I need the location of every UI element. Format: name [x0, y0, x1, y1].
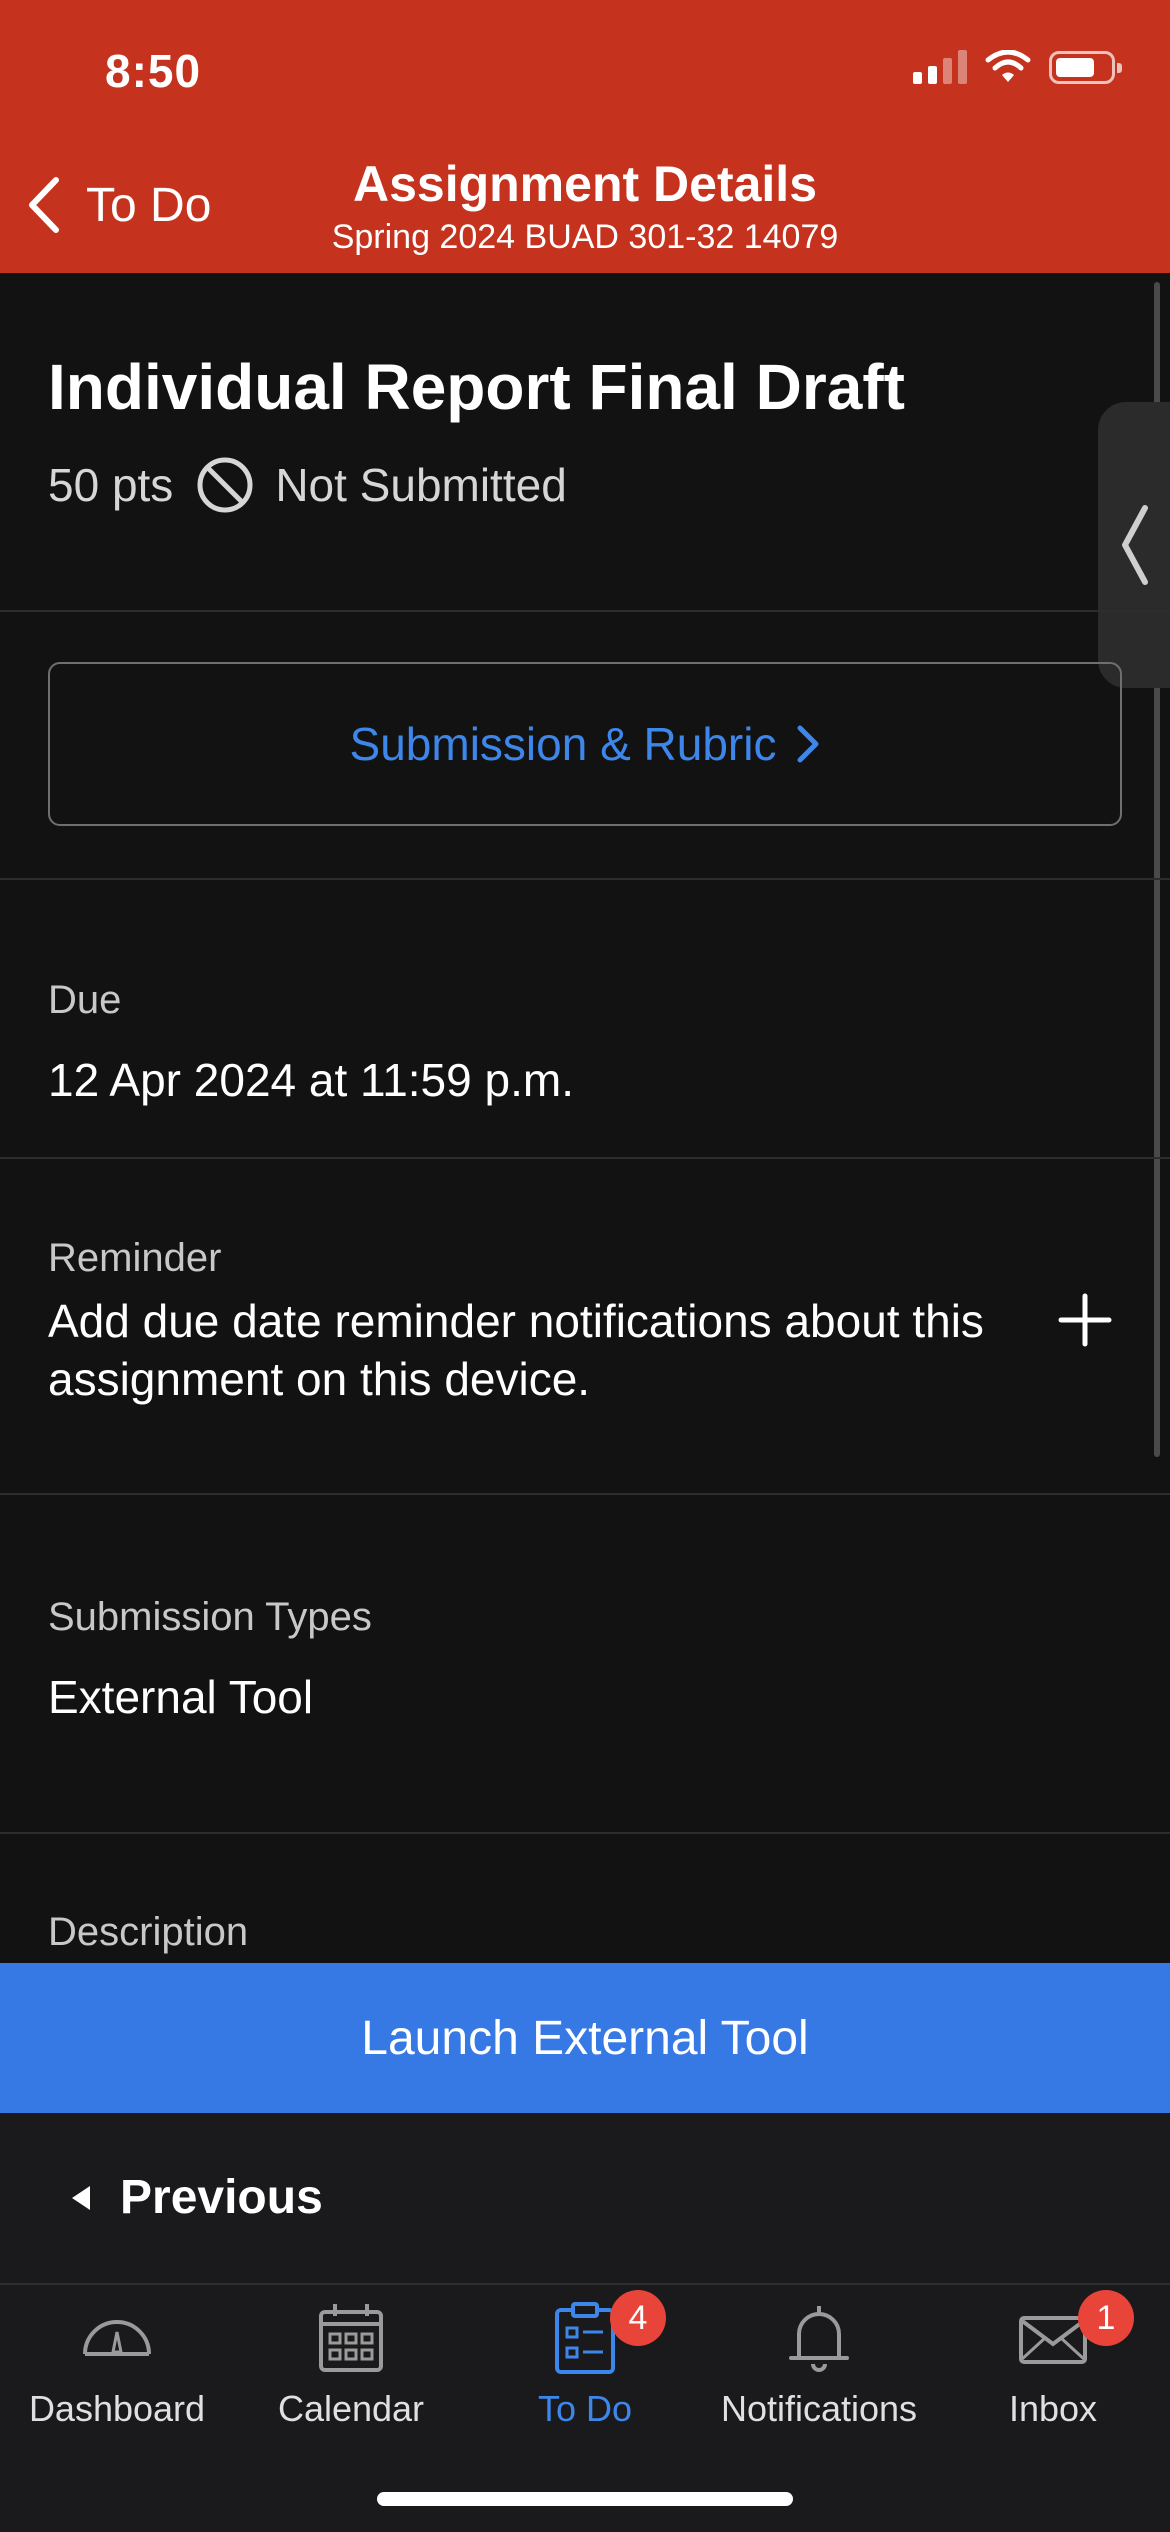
status-icons [913, 50, 1122, 84]
battery-icon [1049, 50, 1122, 84]
cellular-signal-icon [913, 50, 967, 84]
previous-label: Previous [120, 2171, 323, 2224]
inbox-badge: 1 [1078, 2290, 1134, 2346]
caret-left-icon [72, 2185, 90, 2210]
assignment-meta: 50 pts Not Submitted [48, 455, 567, 515]
divider [0, 878, 1170, 880]
tab-inbox[interactable]: Inbox [936, 2290, 1170, 2430]
side-panel-handle[interactable] [1098, 402, 1170, 688]
submission-status: Not Submitted [275, 459, 567, 511]
tab-notifications[interactable]: Notifications [702, 2290, 936, 2430]
tab-label: Calendar [277, 2388, 425, 2429]
divider [0, 610, 1170, 612]
not-submitted-icon [197, 457, 253, 513]
launch-external-tool-button[interactable]: Launch External Tool [0, 1963, 1170, 2113]
status-time: 8:50 [105, 45, 202, 97]
due-date-value: 12 Apr 2024 at 11:59 p.m. [48, 1054, 574, 1106]
page-title: Assignment Details [352, 156, 817, 212]
submission-rubric-label: Submission & Rubric [349, 718, 777, 770]
assignment-title: Individual Report Final Draft [48, 351, 905, 423]
tab-label: Dashboard [28, 2388, 206, 2429]
divider [0, 1493, 1170, 1495]
tab-label: Notifications [720, 2388, 918, 2429]
tab-label: To Do [537, 2388, 633, 2429]
description-label: Description [48, 1910, 249, 1954]
bell-icon [789, 2306, 849, 2372]
course-subtitle: Spring 2024 BUAD 301-32 14079 [331, 218, 839, 256]
wifi-icon [985, 50, 1031, 82]
submission-types-value: External Tool [48, 1671, 314, 1723]
tab-calendar[interactable]: Calendar [234, 2290, 468, 2430]
reminder-label: Reminder [48, 1236, 222, 1280]
assignment-details-screen: 8:50 To Do Assignment Details Spring 202… [0, 0, 1170, 2532]
todo-badge: 4 [610, 2290, 666, 2346]
dashboard-gauge-icon [83, 2320, 151, 2356]
chevron-right-icon [797, 725, 819, 763]
reminder-description: Add due date reminder notifications abou… [48, 1295, 984, 1405]
launch-label: Launch External Tool [361, 2011, 809, 2065]
tab-todo[interactable]: To Do [468, 2290, 702, 2430]
home-indicator[interactable] [377, 2492, 793, 2506]
calendar-icon [319, 2304, 383, 2372]
tab-label: Inbox [1008, 2388, 1098, 2429]
previous-button[interactable]: Previous [70, 2170, 323, 2225]
chevron-left-icon [1122, 505, 1148, 585]
due-label: Due [48, 978, 122, 1022]
submission-types-label: Submission Types [48, 1595, 372, 1639]
divider [0, 1832, 1170, 1834]
submission-rubric-button[interactable]: Submission & Rubric [48, 662, 1122, 826]
points-value: 50 pts [48, 459, 174, 511]
tab-dashboard[interactable]: Dashboard [0, 2290, 234, 2430]
add-reminder-button[interactable] [1055, 1290, 1115, 1350]
divider [0, 1157, 1170, 1159]
